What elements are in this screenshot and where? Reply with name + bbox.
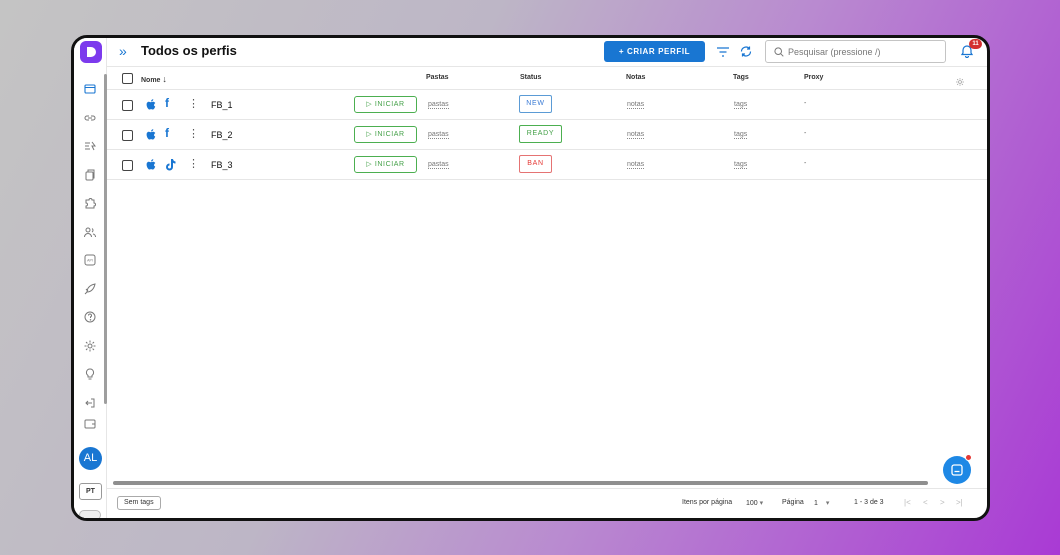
apple-icon	[146, 158, 157, 176]
column-header-name[interactable]: Nome ↓	[141, 74, 167, 84]
table-row[interactable]: f ⋮ FB_2 ▷ INICIAR pastas READY notas ta…	[107, 120, 987, 150]
chat-icon	[951, 464, 963, 476]
tag-filter-chip[interactable]: Sem tags	[117, 496, 161, 510]
more-options-icon[interactable]: ⋮	[188, 97, 199, 110]
status-badge[interactable]: READY	[519, 125, 562, 143]
column-header-proxy: Proxy	[804, 74, 824, 81]
header: » Todos os perfis + CRIAR PERFIL 11	[107, 38, 987, 67]
page-title: Todos os perfis	[141, 43, 237, 58]
rocket-icon[interactable]	[83, 282, 97, 296]
expand-sidebar-icon[interactable]: »	[119, 43, 127, 59]
svg-text:API: API	[87, 259, 93, 263]
start-profile-button[interactable]: ▷ INICIAR	[354, 126, 417, 143]
refresh-icon[interactable]	[739, 45, 753, 63]
table-row[interactable]: ⋮ FB_3 ▷ INICIAR pastas BAN notas tags -	[107, 150, 987, 180]
proxy-value[interactable]: -	[804, 100, 806, 107]
broadcast-icon[interactable]	[83, 139, 97, 153]
status-badge[interactable]: NEW	[519, 95, 552, 113]
notes-link[interactable]: notas	[627, 101, 645, 109]
api-icon[interactable]: API	[83, 253, 97, 267]
row-checkbox[interactable]	[122, 160, 133, 171]
filter-icon[interactable]	[716, 45, 730, 63]
facebook-icon: f	[165, 96, 169, 110]
more-options-icon[interactable]: ⋮	[188, 157, 199, 170]
wallet-icon[interactable]	[83, 417, 97, 431]
items-per-page-select[interactable]: 100 ▾	[746, 499, 763, 507]
language-selector[interactable]: PT	[79, 483, 102, 500]
row-checkbox[interactable]	[122, 130, 133, 141]
table-footer: Sem tags Itens por página 100 ▾ Página 1…	[107, 488, 987, 518]
logout-icon[interactable]	[83, 396, 97, 410]
facebook-icon: f	[165, 126, 169, 140]
tags-link[interactable]: tags	[734, 131, 748, 139]
avatar[interactable]: AL	[79, 447, 102, 470]
proxy-value[interactable]: -	[804, 130, 806, 137]
page-range: 1 - 3 de 3	[854, 499, 884, 506]
column-header-tags: Tags	[733, 74, 749, 81]
sidebar: API AL PT	[74, 38, 107, 518]
next-page-icon[interactable]: >	[940, 498, 945, 507]
profiles-table: Nome ↓ Pastas Status Notas Tags Proxy f …	[107, 67, 987, 180]
profile-name[interactable]: FB_1	[211, 100, 233, 110]
page-select[interactable]: 1 ▾	[814, 499, 829, 507]
select-all-checkbox[interactable]	[122, 73, 133, 84]
previous-page-icon[interactable]: <	[923, 498, 928, 507]
last-page-icon[interactable]: >|	[956, 498, 963, 507]
search-input[interactable]	[788, 45, 938, 59]
copy-icon[interactable]	[83, 168, 97, 182]
tiktok-icon	[164, 158, 176, 176]
tags-link[interactable]: tags	[734, 101, 748, 109]
create-profile-button[interactable]: + CRIAR PERFIL	[604, 41, 705, 62]
sort-arrow-down-icon[interactable]: ↓	[162, 74, 167, 84]
proxy-value[interactable]: -	[804, 160, 806, 167]
notes-link[interactable]: notas	[627, 161, 645, 169]
notes-link[interactable]: notas	[627, 131, 645, 139]
link-icon[interactable]	[83, 111, 97, 125]
extension-icon[interactable]	[83, 196, 97, 210]
items-per-page-label: Itens por página	[682, 499, 733, 506]
page-label: Página	[782, 499, 804, 506]
app-window: API AL PT » Todos os perfis + CRIAR PERF…	[71, 35, 990, 521]
table-header: Nome ↓ Pastas Status Notas Tags Proxy	[107, 67, 987, 90]
apple-icon	[146, 98, 157, 116]
column-header-folders: Pastas	[426, 74, 449, 81]
chat-notification-dot	[965, 454, 972, 461]
folders-link[interactable]: pastas	[428, 101, 449, 109]
first-page-icon[interactable]: |<	[904, 498, 911, 507]
search-field[interactable]	[765, 40, 946, 63]
start-profile-button[interactable]: ▷ INICIAR	[354, 96, 417, 113]
browser-icon[interactable]	[83, 82, 97, 96]
row-checkbox[interactable]	[122, 100, 133, 111]
notification-badge: 11	[969, 39, 982, 49]
search-icon	[774, 47, 784, 57]
chevron-down-icon: ▾	[825, 500, 830, 507]
lightbulb-icon[interactable]	[83, 367, 97, 381]
profile-name[interactable]: FB_2	[211, 130, 233, 140]
folders-link[interactable]: pastas	[428, 161, 449, 169]
help-icon[interactable]	[83, 310, 97, 324]
theme-toggle[interactable]	[79, 510, 101, 518]
more-options-icon[interactable]: ⋮	[188, 127, 199, 140]
chevron-down-icon: ▾	[759, 500, 764, 507]
table-row[interactable]: f ⋮ FB_1 ▷ INICIAR pastas NEW notas tags…	[107, 90, 987, 120]
horizontal-scrollbar[interactable]	[113, 481, 928, 485]
settings-icon[interactable]	[83, 339, 97, 353]
start-profile-button[interactable]: ▷ INICIAR	[354, 156, 417, 173]
folders-link[interactable]: pastas	[428, 131, 449, 139]
users-icon[interactable]	[83, 225, 97, 239]
column-header-notes: Notas	[626, 74, 646, 81]
app-logo[interactable]	[80, 41, 102, 63]
status-badge[interactable]: BAN	[519, 155, 552, 173]
column-header-status: Status	[520, 74, 542, 81]
apple-icon	[146, 128, 157, 146]
profile-name[interactable]: FB_3	[211, 160, 233, 170]
tags-link[interactable]: tags	[734, 161, 748, 169]
